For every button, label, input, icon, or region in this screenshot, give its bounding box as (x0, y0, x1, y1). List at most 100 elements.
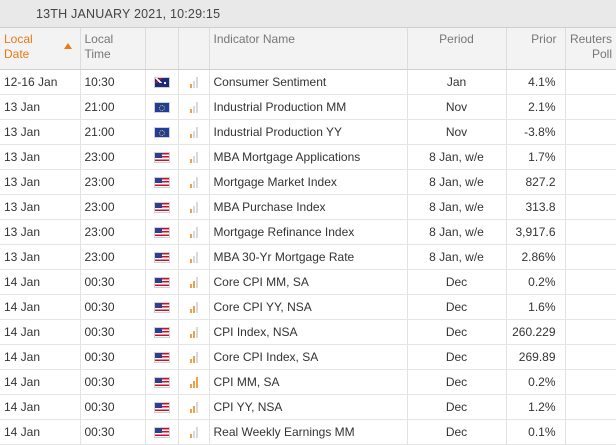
importance-bar (195, 327, 198, 339)
row-reuters-poll (565, 119, 616, 145)
row-period: Dec (407, 269, 507, 295)
sort-ascending-icon (63, 43, 72, 49)
table-row[interactable]: 13 Jan 23:00 MBA Purchase Index 8 Jan, w/e 3… (0, 194, 616, 220)
row-importance (178, 344, 210, 370)
column-header-prior[interactable]: Prior (506, 28, 566, 70)
row-indicator-name: Core CPI YY, NSA (209, 294, 408, 320)
importance-bars-icon (189, 351, 198, 364)
us-flag-icon (153, 251, 170, 263)
column-header-reuters-poll[interactable]: Reuters Poll (565, 28, 616, 70)
table-row[interactable]: 13 Jan 23:00 Mortgage Market Index 8 Jan, w… (0, 169, 616, 195)
row-date: 14 Jan (0, 269, 81, 295)
us-flag-icon (153, 301, 170, 313)
importance-bar (195, 352, 198, 364)
importance-bar (192, 431, 195, 439)
column-header-local-time-line1: Local (84, 32, 114, 46)
calendar-timestamp: 13TH JANUARY 2021, 10:29:15 (36, 6, 221, 21)
row-reuters-poll (565, 419, 616, 445)
column-header-local-date-line2: Date (4, 47, 30, 61)
column-header-local-date[interactable]: Local Date (0, 28, 81, 70)
row-period: Dec (407, 319, 507, 345)
row-importance (178, 319, 210, 345)
column-header-period-label: Period (439, 32, 474, 46)
row-time: 23:00 (80, 244, 146, 270)
row-date: 13 Jan (0, 244, 81, 270)
importance-bars-icon (189, 251, 198, 264)
importance-bar (189, 384, 192, 389)
row-reuters-poll (565, 219, 616, 245)
table-row[interactable]: 14 Jan 00:30 Real Weekly Earnings MM Dec 0.1… (0, 419, 616, 445)
importance-bar (195, 227, 198, 239)
column-header-prior-label: Prior (531, 32, 557, 46)
table-row[interactable]: 13 Jan 23:00 Mortgage Refinance Index 8 Jan… (0, 219, 616, 245)
row-date: 14 Jan (0, 319, 81, 345)
row-prior: 3,917.6 (506, 219, 566, 245)
row-indicator-name: MBA Mortgage Applications (209, 144, 408, 170)
row-country (145, 419, 179, 445)
row-indicator-name: MBA 30-Yr Mortgage Rate (209, 244, 408, 270)
row-indicator-name: CPI YY, NSA (209, 394, 408, 420)
row-reuters-poll (565, 294, 616, 320)
header-row: Local Date Local Time Indicator Name Per… (0, 28, 616, 70)
row-country (145, 144, 179, 170)
row-importance (178, 119, 210, 145)
row-reuters-poll (565, 394, 616, 420)
row-importance (178, 194, 210, 220)
importance-bar (195, 127, 198, 139)
importance-bar (195, 152, 198, 164)
table-row[interactable]: 14 Jan 00:30 CPI YY, NSA Dec 1.2% (0, 394, 616, 420)
row-reuters-poll (565, 194, 616, 220)
row-country (145, 119, 179, 145)
importance-bars-icon (189, 326, 198, 339)
row-country (145, 194, 179, 220)
row-importance (178, 269, 210, 295)
table-row[interactable]: 14 Jan 00:30 Core CPI Index, SA Dec 269.89 (0, 344, 616, 370)
importance-bars-icon (189, 76, 198, 89)
importance-bar (195, 427, 198, 439)
title-bar: 13TH JANUARY 2021, 10:29:15 (0, 0, 616, 28)
table-row[interactable]: 13 Jan 21:00 Industrial Production YY Nov -3… (0, 119, 616, 145)
column-header-period[interactable]: Period (407, 28, 507, 70)
row-reuters-poll (565, 319, 616, 345)
row-reuters-poll (565, 94, 616, 120)
row-reuters-poll (565, 269, 616, 295)
table-row[interactable]: 14 Jan 00:30 CPI MM, SA Dec 0.2% (0, 369, 616, 395)
importance-bar (189, 309, 192, 314)
importance-bar (192, 406, 195, 414)
eu-flag-icon (153, 101, 170, 113)
column-header-indicator[interactable]: Indicator Name (209, 28, 408, 70)
row-country (145, 69, 179, 95)
importance-bar (192, 281, 195, 289)
row-prior: 0.1% (506, 419, 566, 445)
importance-bars-icon (189, 126, 198, 139)
row-prior: 827.2 (506, 169, 566, 195)
importance-bar (192, 181, 195, 189)
column-header-local-time[interactable]: Local Time (80, 28, 146, 70)
row-country (145, 269, 179, 295)
table-row[interactable]: 13 Jan 21:00 Industrial Production MM Nov 2.… (0, 94, 616, 120)
table-row[interactable]: 13 Jan 23:00 MBA Mortgage Applications 8 Ja… (0, 144, 616, 170)
row-importance (178, 244, 210, 270)
us-flag-icon (153, 351, 170, 363)
table-row[interactable]: 12-16 Jan 10:30 Consumer Sentiment Jan 4.1% (0, 69, 616, 95)
row-date: 14 Jan (0, 294, 81, 320)
row-indicator-name: Core CPI MM, SA (209, 269, 408, 295)
us-flag-icon (153, 401, 170, 413)
row-time: 00:30 (80, 344, 146, 370)
row-prior: 4.1% (506, 69, 566, 95)
calendar-table: Local Date Local Time Indicator Name Per… (0, 28, 616, 445)
row-period: Dec (407, 419, 507, 445)
row-country (145, 294, 179, 320)
row-period: 8 Jan, w/e (407, 144, 507, 170)
us-flag-icon (153, 201, 170, 213)
table-row[interactable]: 13 Jan 23:00 MBA 30-Yr Mortgage Rate 8 Jan,… (0, 244, 616, 270)
table-row[interactable]: 14 Jan 00:30 Core CPI MM, SA Dec 0.2% (0, 269, 616, 295)
table-row[interactable]: 14 Jan 00:30 Core CPI YY, NSA Dec 1.6% (0, 294, 616, 320)
row-indicator-name: Mortgage Market Index (209, 169, 408, 195)
row-time: 00:30 (80, 394, 146, 420)
row-prior: 2.1% (506, 94, 566, 120)
table-row[interactable]: 14 Jan 00:30 CPI Index, NSA Dec 260.229 (0, 319, 616, 345)
us-flag-icon (153, 326, 170, 338)
calendar-rows: 12-16 Jan 10:30 Consumer Sentiment Jan 4.1% 1… (0, 69, 616, 445)
row-reuters-poll (565, 344, 616, 370)
